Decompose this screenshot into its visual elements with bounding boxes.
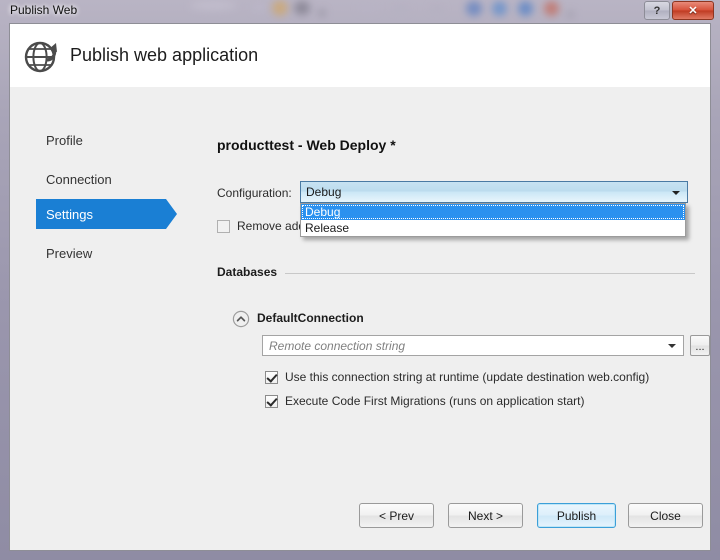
help-button[interactable]: ? xyxy=(644,1,670,20)
prev-button[interactable]: < Prev xyxy=(359,503,434,528)
databases-group-label: Databases xyxy=(217,265,284,279)
dialog-client-area: Publish web application Profile Connecti… xyxy=(9,23,711,551)
chevron-up-circle-icon[interactable] xyxy=(232,310,250,328)
sidebar-item-label: Settings xyxy=(46,206,93,222)
use-connection-string-row[interactable]: Use this connection string at runtime (u… xyxy=(265,370,649,384)
sidebar-item-connection[interactable]: Connection xyxy=(36,164,166,194)
code-first-migrations-checkbox[interactable] xyxy=(265,394,278,408)
dropdown-option-debug[interactable]: Debug xyxy=(301,204,685,220)
connection-name-label: DefaultConnection xyxy=(257,311,364,325)
close-button-label: Close xyxy=(650,508,681,523)
connection-string-combobox[interactable]: Remote connection string xyxy=(262,335,684,356)
sidebar-item-settings[interactable]: Settings xyxy=(36,199,166,229)
close-button[interactable]: Close xyxy=(628,503,703,528)
sidebar-item-profile[interactable]: Profile xyxy=(36,125,166,155)
sidebar-item-preview[interactable]: Preview xyxy=(36,238,166,268)
chevron-down-icon[interactable] xyxy=(668,344,676,348)
sidebar-item-label: Profile xyxy=(46,132,83,148)
publish-button[interactable]: Publish xyxy=(537,503,616,528)
close-window-button[interactable]: ✕ xyxy=(672,1,714,20)
wizard-sidebar: Profile Connection Settings Preview xyxy=(10,87,200,550)
use-connection-string-label: Use this connection string at runtime (u… xyxy=(285,370,650,384)
group-separator xyxy=(285,273,695,274)
configuration-selected-value: Debug xyxy=(306,185,342,199)
close-icon: ✕ xyxy=(688,5,698,17)
dropdown-option-label: Release xyxy=(305,221,350,235)
profile-heading: producttest - Web Deploy * xyxy=(217,137,396,153)
next-button-label: Next > xyxy=(467,508,503,523)
dialog-footer: < Prev Next > Publish Close xyxy=(10,492,710,550)
configuration-dropdown-list[interactable]: Debug Release xyxy=(300,203,686,237)
globe-publish-icon xyxy=(24,41,57,73)
help-icon: ? xyxy=(653,4,661,17)
configuration-combobox[interactable]: Debug xyxy=(300,181,688,203)
use-connection-string-checkbox[interactable] xyxy=(265,370,278,384)
dropdown-option-label: Debug xyxy=(305,205,341,219)
publish-button-label: Publish xyxy=(556,508,597,523)
prev-button-label: < Prev xyxy=(378,508,414,523)
connection-string-placeholder: Remote connection string xyxy=(269,339,406,353)
settings-pane: producttest - Web Deploy * Configuration… xyxy=(200,87,710,550)
title-bar[interactable]: Publish Web ? ✕ xyxy=(0,0,720,22)
dialog-window: Publish Web ? ✕ Publish web application xyxy=(0,0,720,560)
sidebar-item-label: Preview xyxy=(46,245,93,261)
chevron-down-icon xyxy=(672,191,680,195)
dialog-header: Publish web application xyxy=(10,24,710,87)
next-button[interactable]: Next > xyxy=(448,503,523,528)
sidebar-item-label: Connection xyxy=(46,171,112,187)
code-first-migrations-row[interactable]: Execute Code First Migrations (runs on a… xyxy=(265,394,584,408)
dropdown-option-release[interactable]: Release xyxy=(301,220,685,236)
page-title: Publish web application xyxy=(70,45,259,65)
sidebar-selection-arrow xyxy=(166,199,177,229)
browse-connection-button[interactable]: ... xyxy=(690,335,710,356)
remove-additional-files-checkbox[interactable] xyxy=(217,219,230,233)
code-first-migrations-label: Execute Code First Migrations (runs on a… xyxy=(285,394,585,408)
window-title: Publish Web xyxy=(10,3,78,17)
configuration-label: Configuration: xyxy=(217,186,292,200)
ellipsis-icon: ... xyxy=(695,341,705,353)
